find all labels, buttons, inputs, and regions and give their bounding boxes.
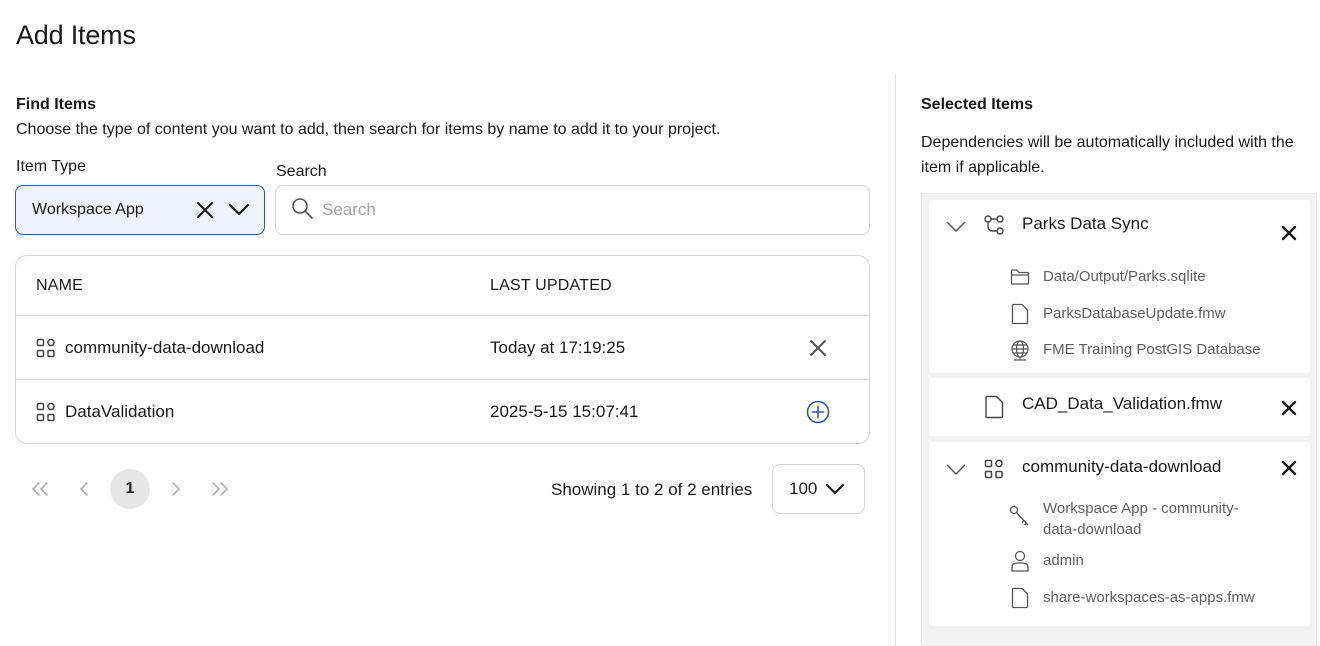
row-last-updated: 2025-5-15 15:07:41: [490, 402, 639, 421]
selected-items-list: Parks Data Sync Data/Output/Parks.sqlite…: [921, 193, 1317, 646]
chevron-down-icon[interactable]: [946, 463, 966, 481]
key-icon: [1009, 505, 1031, 528]
panel-divider: [895, 74, 896, 646]
dependency-item: Data/Output/Parks.sqlite: [1009, 266, 1206, 288]
close-icon[interactable]: [1279, 458, 1299, 478]
clear-icon[interactable]: [194, 199, 216, 221]
pagination: 1: [20, 469, 245, 509]
remove-item-icon[interactable]: [806, 336, 830, 360]
search-field[interactable]: [275, 185, 870, 235]
globe-icon: [1009, 339, 1031, 361]
column-header-name[interactable]: NAME: [36, 277, 83, 295]
search-label: Search: [276, 163, 327, 180]
selected-item-name: community-data-download: [1022, 457, 1222, 476]
search-input[interactable]: [322, 200, 842, 220]
column-header-last-updated[interactable]: LAST UPDATED: [490, 277, 612, 295]
dependency-item: admin: [1009, 550, 1084, 572]
dependency-label: ParksDatabaseUpdate.fmw: [1043, 305, 1226, 322]
app-grid-icon: [36, 338, 56, 363]
app-grid-icon: [984, 459, 1004, 484]
app-grid-icon: [36, 402, 56, 427]
item-type-select[interactable]: Workspace App: [15, 185, 265, 235]
close-icon[interactable]: [1279, 398, 1299, 418]
selected-item-card: Parks Data Sync Data/Output/Parks.sqlite…: [929, 200, 1310, 373]
add-circle-icon[interactable]: [806, 400, 830, 424]
find-items-description: Choose the type of content you want to a…: [16, 121, 721, 138]
dependency-label: share-workspaces-as-apps.fmw: [1043, 589, 1255, 606]
user-icon: [1009, 550, 1031, 572]
row-name: DataValidation: [65, 402, 175, 421]
page-title: Add Items: [16, 20, 136, 50]
chevron-down-icon[interactable]: [946, 220, 966, 238]
search-icon: [290, 196, 314, 225]
dependency-item: FME Training PostGIS Database: [1009, 339, 1261, 361]
dependency-item: ParksDatabaseUpdate.fmw: [1009, 303, 1226, 325]
selected-items-description: Dependencies will be automatically inclu…: [921, 134, 1294, 176]
dependency-item: Workspace App - community-data-download: [1009, 498, 1253, 540]
find-items-title: Find Items: [16, 96, 97, 113]
previous-page-icon[interactable]: [65, 469, 105, 509]
dependency-label: Workspace App - community-data-download: [1043, 500, 1239, 538]
items-table: NAME LAST UPDATED community-data-downloa…: [15, 255, 870, 444]
table-header: NAME LAST UPDATED: [16, 256, 869, 316]
item-type-value: Workspace App: [32, 201, 144, 218]
close-icon[interactable]: [1279, 223, 1299, 243]
file-icon: [1009, 587, 1031, 609]
last-page-icon[interactable]: [200, 469, 240, 509]
row-name: community-data-download: [65, 338, 265, 357]
automation-icon: [984, 214, 1006, 241]
dependency-label: admin: [1043, 552, 1084, 569]
item-type-label: Item Type: [16, 158, 86, 175]
page-size-value: 100: [789, 479, 818, 498]
chevron-down-icon[interactable]: [228, 199, 250, 221]
dependency-item: share-workspaces-as-apps.fmw: [1009, 587, 1255, 609]
table-row[interactable]: DataValidation 2025-5-15 15:07:41: [16, 380, 869, 443]
page-size-select[interactable]: 100: [772, 464, 865, 514]
dependency-label: Data/Output/Parks.sqlite: [1043, 268, 1206, 285]
selected-item-card: community-data-download Workspace App - …: [929, 442, 1310, 626]
first-page-icon[interactable]: [20, 469, 60, 509]
file-icon: [1009, 303, 1031, 325]
entries-summary: Showing 1 to 2 of 2 entries: [551, 480, 753, 499]
file-icon: [984, 395, 1004, 424]
dependency-label: FME Training PostGIS Database: [1043, 341, 1261, 358]
selected-item-card: CAD_Data_Validation.fmw: [929, 378, 1310, 436]
selected-items-title: Selected Items: [921, 96, 1034, 113]
row-last-updated: Today at 17:19:25: [490, 338, 626, 357]
folder-icon: [1009, 266, 1031, 288]
page-number-button[interactable]: 1: [110, 469, 150, 509]
selected-item-name: Parks Data Sync: [1022, 214, 1149, 233]
chevron-down-icon: [825, 483, 845, 495]
selected-item-name: CAD_Data_Validation.fmw: [1022, 394, 1222, 413]
next-page-icon[interactable]: [155, 469, 195, 509]
table-row[interactable]: community-data-download Today at 17:19:2…: [16, 316, 869, 380]
